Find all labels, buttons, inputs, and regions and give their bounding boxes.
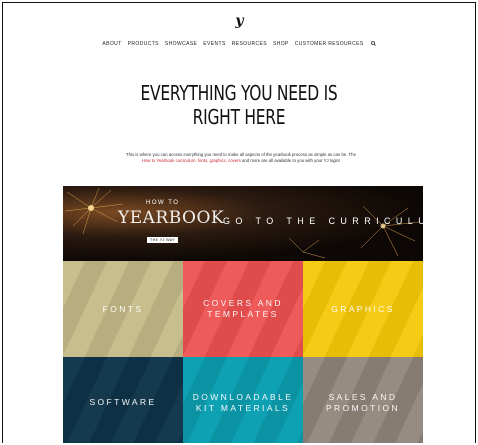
nav-item-products[interactable]: PRODUCTS [128,41,159,48]
tile-graphics-label: GRAPHICS [331,303,395,314]
banner-yj-way-badge: THE YJ WAY [147,237,179,243]
page-title-line-1: EVERYTHING YOU NEED IS [140,81,338,105]
curriculum-banner[interactable]: HOW TO YEARBOOK THE YJ WAY GO TO THE CUR… [63,186,423,261]
nav-item-customer-resources[interactable]: CUSTOMER RESOURCES [295,41,364,48]
tile-fonts-label: FONTS [102,303,144,314]
intro-text-part-2: and more are all available to you with y… [240,158,341,164]
main-nav: ABOUT PRODUCTS SHOWCASE EVENTS RESOURCES… [3,41,475,48]
tile-fonts[interactable]: FONTS [63,261,183,357]
nav-item-about[interactable]: ABOUT [102,41,121,48]
tile-covers-and-templates[interactable]: COVERS AND TEMPLATES [183,261,303,357]
nav-item-shop[interactable]: SHOP [273,41,289,48]
tile-kit-label: DOWNLOADABLE KIT MATERIALS [192,391,294,413]
intro-resource-links[interactable]: How to Yearbook curriculum, fonts, graph… [142,158,241,163]
page-title-line-2: RIGHT HERE [192,105,286,129]
nav-item-showcase[interactable]: SHOWCASE [165,41,197,48]
page-title: EVERYTHING YOU NEED IS RIGHT HERE [36,81,442,129]
tile-covers-label: COVERS AND TEMPLATES [203,298,283,319]
nav-item-resources[interactable]: RESOURCES [232,41,267,48]
tile-sales-label: SALES AND PROMOTION [325,391,400,413]
tile-graphics[interactable]: GRAPHICS [303,261,423,357]
page-frame: y ABOUT PRODUCTS SHOWCASE EVENTS RESOURC… [2,2,476,443]
tile-sales-and-promotion[interactable]: SALES AND PROMOTION [303,357,423,443]
tile-downloadable-kit-materials[interactable]: DOWNLOADABLE KIT MATERIALS [183,357,303,443]
tile-software[interactable]: SOFTWARE [63,357,183,443]
search-icon[interactable] [370,41,376,48]
tile-software-label: SOFTWARE [89,397,157,407]
banner-curriculum-link[interactable]: GO TO THE CURRICULUM [223,216,423,226]
banner-how-to-label: HOW TO [146,200,180,206]
site-logo[interactable]: y [3,13,475,29]
intro-text: This is where you can access everything … [123,152,359,164]
nav-item-events[interactable]: EVENTS [203,41,225,48]
banner-yearbook-title: YEARBOOK [118,208,225,228]
intro-text-part-1: This is where you can access everything … [126,152,356,157]
